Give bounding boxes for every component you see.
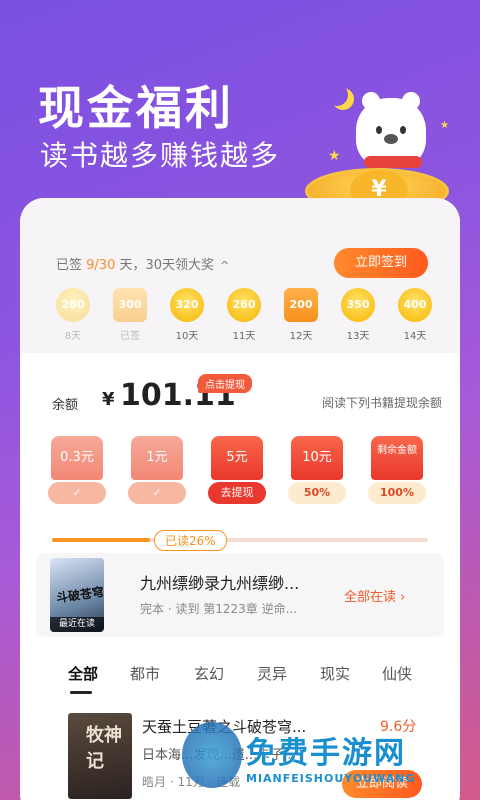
book-cover[interactable]: 斗破苍穹 最近在读	[50, 558, 104, 632]
envelope-progress: 100%	[368, 482, 426, 504]
watermark-subtext: MIANFEISHOUYOUWANG	[246, 772, 416, 785]
balance-hint: 阅读下列书籍提现余额	[321, 396, 442, 410]
tab-fantasy[interactable]: 玄幻	[194, 663, 224, 684]
watermark-logo	[182, 722, 242, 788]
day-label: 8天	[64, 331, 82, 342]
coin-icon: 280	[56, 288, 90, 322]
hero-title: 现金福利	[38, 81, 234, 135]
tab-urban[interactable]: 都市	[130, 663, 160, 684]
welfare-card: 已签 9/30 天，30天领大奖 ^ 立即签到 280 8天 300 已签 320…	[20, 198, 460, 800]
signin-day[interactable]: 200 12天	[282, 288, 320, 342]
check-icon: ✓	[48, 482, 106, 504]
signin-panel: 已签 9/30 天，30天领大奖 ^ 立即签到 280 8天 300 已签 320…	[20, 198, 460, 353]
reading-progress-fill	[52, 538, 150, 542]
active-tab-indicator	[70, 691, 92, 694]
tab-xianxia[interactable]: 仙侠	[382, 663, 412, 684]
coin-icon: 400	[398, 288, 432, 322]
withdraw-tag[interactable]: 点击提现	[198, 374, 252, 393]
day-label: 11天	[232, 331, 256, 342]
day-label: 12天	[289, 331, 313, 342]
gift-box-icon: 300	[113, 288, 147, 322]
signin-status: 已签 9/30 天，30天领大奖 ^	[56, 258, 230, 273]
gift-box-icon: 200	[284, 288, 318, 322]
watermark-text: 免费手游网	[246, 736, 406, 771]
signin-day[interactable]: 400 14天	[396, 288, 434, 342]
signin-day: 300 已签	[111, 288, 149, 342]
bear-mascot	[356, 92, 426, 168]
day-label: 14天	[403, 331, 427, 342]
signin-day[interactable]: 350 13天	[339, 288, 377, 342]
tab-all[interactable]: 全部	[68, 663, 98, 684]
coin-icon: 260	[227, 288, 261, 322]
all-reading-link[interactable]: 全部在读 ›	[344, 586, 405, 605]
chevron-up-icon[interactable]: ^	[220, 259, 229, 272]
moon-icon	[326, 84, 348, 106]
signin-day: 280 8天	[54, 288, 92, 342]
envelope-amount: 剩余金额	[371, 436, 423, 480]
recent-tag: 最近在读	[50, 617, 104, 632]
book-cover-text: 牧神记	[86, 725, 122, 772]
coin-icon: 320	[170, 288, 204, 322]
signin-button[interactable]: 立即签到	[334, 248, 428, 278]
signin-day[interactable]: 320 10天	[168, 288, 206, 342]
category-tabs: 全部 都市 玄幻 灵异 现实 仙侠	[68, 663, 448, 693]
day-label: 10天	[175, 331, 199, 342]
signin-days: 280 8天 300 已签 320 10天 260 11天 200 12天 35…	[54, 288, 434, 344]
red-envelope[interactable]: 剩余金额 100%	[368, 436, 426, 504]
currency-symbol: ¥	[102, 389, 115, 410]
star-icon: ★	[440, 120, 449, 131]
red-envelope[interactable]: 1元 ✓	[128, 436, 186, 504]
balance-label: 余额	[52, 398, 79, 413]
recent-book-title[interactable]: 九州缥缈录九州缥缈...	[140, 570, 299, 594]
red-envelope[interactable]: 0.3元 ✓	[48, 436, 106, 504]
coin-icon: 350	[341, 288, 375, 322]
envelope-amount: 1元	[131, 436, 183, 480]
day-label: 13天	[346, 331, 370, 342]
day-label: 已签	[120, 331, 140, 342]
check-icon: ✓	[128, 482, 186, 504]
signin-progress: 9/30	[86, 258, 116, 273]
envelope-amount: 0.3元	[51, 436, 103, 480]
signin-day[interactable]: 260 11天	[225, 288, 263, 342]
book-cover[interactable]: 牧神记	[68, 713, 132, 799]
tab-supernatural[interactable]: 灵异	[257, 663, 287, 684]
withdraw-button[interactable]: 去提现	[208, 482, 266, 504]
hero-subtitle: 读书越多赚钱越多	[40, 139, 281, 172]
red-envelope[interactable]: 10元 50%	[288, 436, 346, 504]
red-envelope[interactable]: 5元 去提现	[208, 436, 266, 504]
reading-progress-label: 已读26%	[154, 530, 227, 551]
star-icon: ★	[328, 148, 341, 164]
envelope-amount: 5元	[211, 436, 263, 480]
reading-progress-bar	[52, 538, 428, 542]
envelope-progress: 50%	[288, 482, 346, 504]
cover-title: 斗破苍穹	[55, 584, 104, 606]
tab-reality[interactable]: 现实	[320, 663, 350, 684]
envelope-amount: 10元	[291, 436, 343, 480]
recent-book-meta: 完本 · 读到 第1223章 逆命...	[140, 602, 298, 616]
